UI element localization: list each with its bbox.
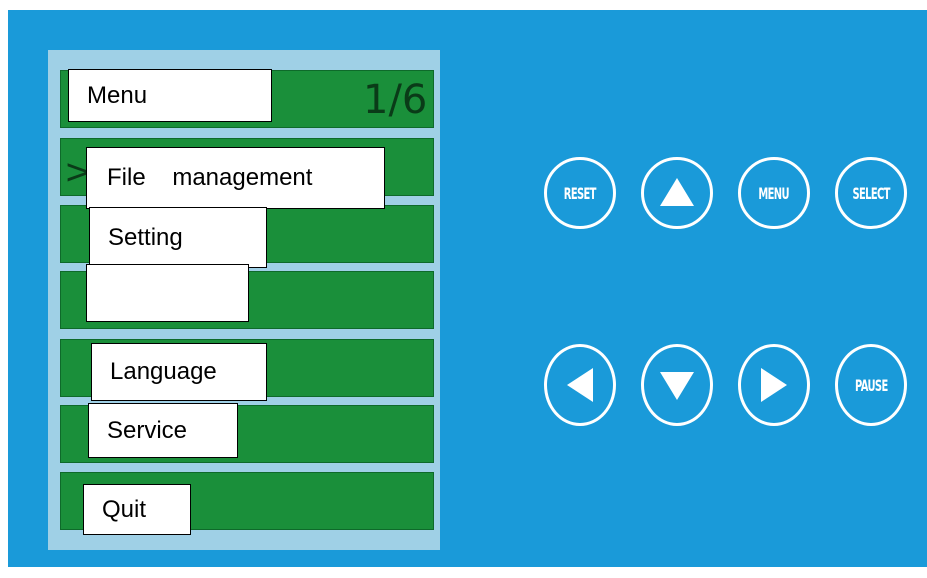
menu-title: Menu — [68, 69, 272, 122]
menu-button[interactable]: MENU — [738, 157, 810, 229]
reset-button-label: RESET — [563, 183, 597, 203]
menu-item-blank[interactable] — [86, 264, 249, 322]
up-button[interactable] — [641, 157, 713, 229]
pause-button-label: PAUSE — [854, 375, 888, 395]
triangle-left-icon — [567, 368, 593, 402]
reset-button[interactable]: RESET — [544, 157, 616, 229]
select-button[interactable]: SELECT — [835, 157, 907, 229]
left-button[interactable] — [544, 344, 616, 426]
menu-item-language[interactable]: Language — [91, 343, 267, 401]
menu-item-setting[interactable]: Setting — [89, 207, 267, 268]
right-button[interactable] — [738, 344, 810, 426]
triangle-down-icon — [660, 372, 694, 400]
triangle-up-icon — [660, 178, 694, 206]
page-indicator: 1/6 — [363, 77, 428, 123]
menu-button-label: MENU — [758, 183, 790, 203]
menu-item-service[interactable]: Service — [88, 403, 238, 458]
menu-item-file-management[interactable]: File management — [86, 147, 385, 209]
pause-button[interactable]: PAUSE — [835, 344, 907, 426]
down-button[interactable] — [641, 344, 713, 426]
menu-item-quit[interactable]: Quit — [83, 484, 191, 535]
triangle-right-icon — [761, 368, 787, 402]
select-button-label: SELECT — [852, 183, 890, 203]
selection-cursor: > — [64, 152, 93, 192]
